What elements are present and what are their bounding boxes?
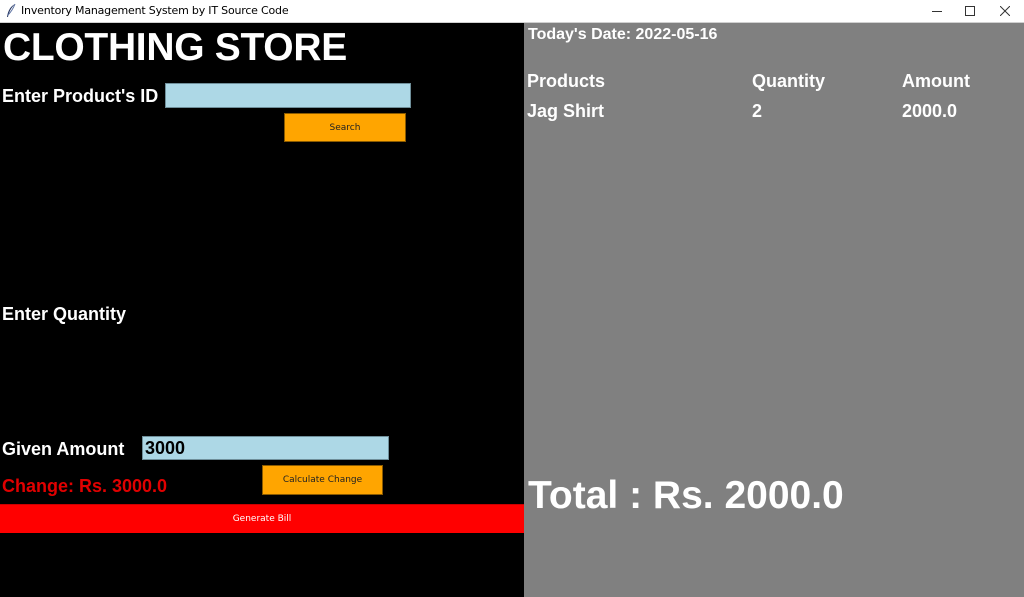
maximize-icon (965, 6, 975, 16)
product-id-label: Enter Product's ID (2, 86, 159, 106)
column-header-amount: Amount (902, 71, 970, 91)
calculate-change-button[interactable]: Calculate Change (262, 465, 383, 495)
quantity-label: Enter Quantity (2, 304, 127, 324)
title-bar: Inventory Management System by IT Source… (0, 0, 1024, 23)
todays-date: Today's Date: 2022-05-16 (528, 26, 718, 43)
given-amount-label: Given Amount (2, 439, 125, 459)
store-title: CLOTHING STORE (3, 26, 347, 69)
maximize-button[interactable] (953, 0, 987, 22)
column-header-products: Products (527, 71, 606, 91)
minimize-icon (932, 11, 942, 12)
given-amount-input[interactable] (142, 436, 389, 460)
bill-panel: Today's Date: 2022-05-16 Products Quanti… (524, 23, 1024, 597)
item-amount: 2000.0 (902, 101, 958, 121)
item-product: Jag Shirt (527, 101, 605, 121)
close-button[interactable] (988, 0, 1022, 22)
column-header-quantity: Quantity (752, 71, 826, 91)
item-quantity: 2 (752, 101, 763, 121)
generate-bill-button[interactable]: Generate Bill (0, 504, 524, 533)
total-amount: Total : Rs. 2000.0 (528, 474, 844, 517)
feather-icon (5, 3, 17, 19)
window-title: Inventory Management System by IT Source… (21, 4, 289, 17)
close-icon (1000, 6, 1010, 16)
change-text: Change: Rs. 3000.0 (2, 476, 168, 496)
search-button[interactable]: Search (284, 113, 406, 142)
input-panel: CLOTHING STORE Enter Product's ID Search… (0, 23, 524, 597)
product-id-input[interactable] (165, 83, 411, 108)
minimize-button[interactable] (920, 0, 954, 22)
